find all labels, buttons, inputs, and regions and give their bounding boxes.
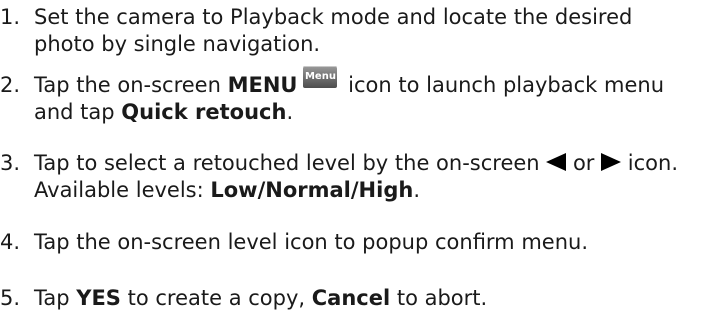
right-triangle-icon (601, 153, 622, 171)
cancel-label: Cancel (311, 286, 391, 310)
step-3-line-1: 3. Tap to select a retouched level by the… (0, 150, 700, 177)
step-4-line-1: 4. Tap the on-screen level icon to popup … (0, 229, 700, 256)
level-low: Low (210, 178, 258, 202)
step-5-text-pre: Tap (34, 286, 77, 310)
step-2-line-1: 2. Tap the on-screen MENU Menu icon to lau… (0, 66, 700, 99)
level-sep-2: / (350, 178, 359, 202)
step-2-line-2-post: . (286, 100, 294, 124)
step-3-text-mid: or (566, 151, 602, 175)
step-2: 2. Tap the on-screen MENU Menu icon to lau… (0, 66, 700, 126)
step-2-menu-label: MENU (227, 73, 298, 97)
step-5-text-post: to abort. (390, 286, 488, 310)
step-5: 5. Tap YES to create a copy, Cancel to ab… (0, 285, 700, 312)
step-1: 1. Set the camera to Playback mode and lo… (0, 4, 700, 58)
step-3: 3. Tap to select a retouched level by the… (0, 150, 700, 204)
menu-icon: Menu (303, 66, 338, 88)
step-5-line-1: 5. Tap YES to create a copy, Cancel to ab… (0, 285, 700, 312)
step-1-text: Set the camera to Playback mode and loca… (34, 5, 633, 29)
step-2-text-pre: Tap the on-screen (34, 73, 228, 97)
step-3-line-2-pre: Available levels: (34, 178, 211, 202)
quick-retouch-label: Quick retouch (121, 100, 287, 124)
level-high: High (358, 178, 414, 202)
step-4: 4. Tap the on-screen level icon to popup … (0, 229, 700, 256)
step-3-line-2: Available levels: Low/Normal/High. (0, 177, 700, 204)
step-4-text: Tap the on-screen level icon to popup co… (34, 230, 588, 254)
level-normal: Normal (265, 178, 351, 202)
step-2-number: 2. (0, 73, 21, 97)
yes-label: YES (76, 286, 121, 310)
step-2-line-2: and tap Quick retouch. (0, 99, 700, 126)
step-2-text-post: icon to launch playback menu (341, 73, 665, 97)
step-3-text-pre: Tap to select a retouched level by the o… (34, 151, 547, 175)
step-1-number: 1. (0, 5, 21, 29)
left-triangle-icon (546, 153, 567, 171)
step-3-line-2-post: . (413, 178, 420, 202)
step-3-number: 3. (0, 151, 21, 175)
step-2-line-2-pre: and tap (34, 100, 122, 124)
step-3-text-post: icon. (621, 151, 678, 175)
step-5-number: 5. (0, 286, 21, 310)
step-4-number: 4. (0, 230, 21, 254)
step-5-text-mid: to create a copy, (120, 286, 312, 310)
step-1-line-1: 1. Set the camera to Playback mode and lo… (0, 4, 700, 31)
step-1-line-2: photo by single navigation. (34, 32, 321, 56)
